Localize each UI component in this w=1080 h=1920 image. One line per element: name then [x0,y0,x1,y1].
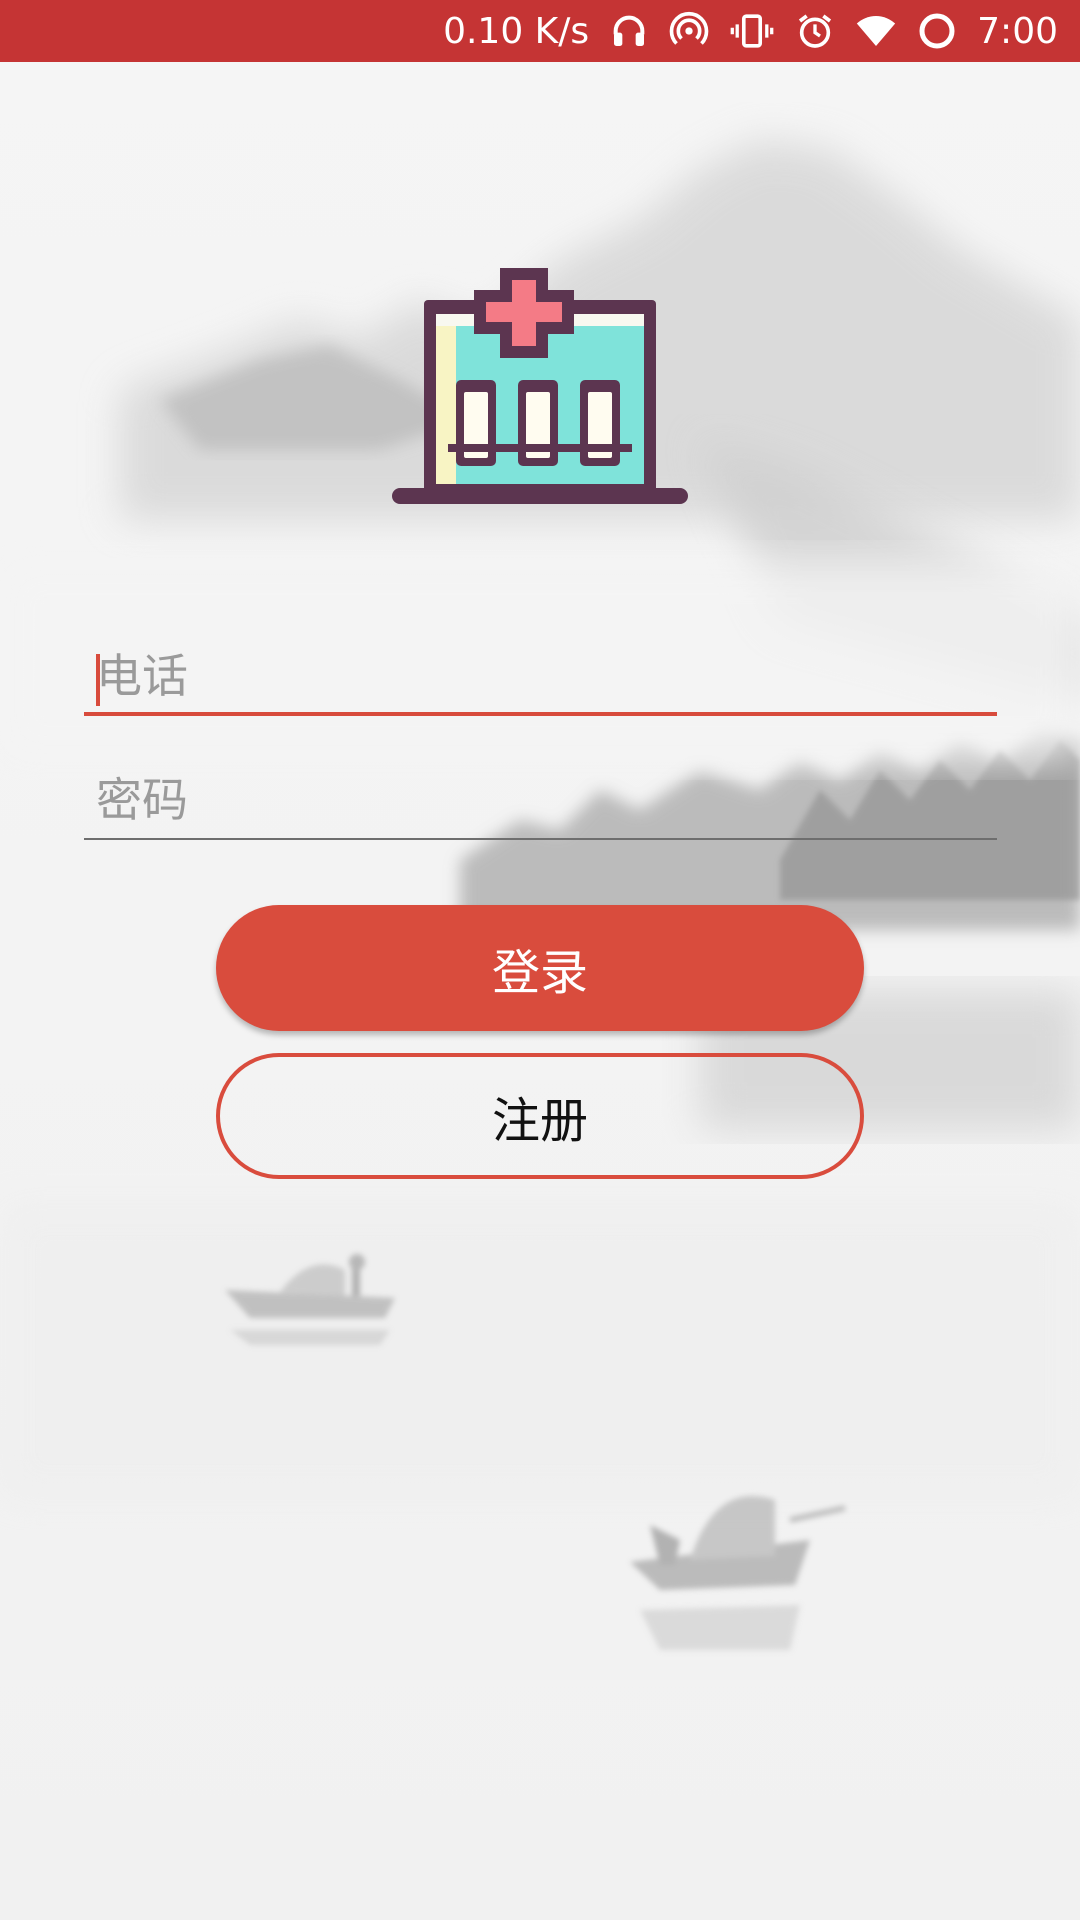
vibrate-icon [729,11,775,51]
phone-field[interactable] [84,636,997,716]
hospital-icon [392,268,688,504]
password-input[interactable] [84,760,997,840]
clock: 7:00 [977,10,1058,52]
alarm-icon [795,11,835,51]
register-button-label: 注册 [491,1093,588,1149]
login-button-label: 登录 [491,945,588,1001]
password-underline [84,838,997,840]
network-speed: 0.10 K/s [443,10,590,52]
phone-underline [84,712,997,716]
headphones-icon [609,11,649,51]
text-cursor [96,654,100,706]
password-field[interactable] [84,760,997,840]
battery-icon [917,11,957,51]
status-bar: 0.10 K/s 7:00 [0,0,1080,62]
register-button[interactable]: 注册 [216,1053,864,1179]
login-button[interactable]: 登录 [216,905,864,1031]
hotspot-icon [669,11,709,51]
wifi-icon [855,11,897,51]
phone-input[interactable] [84,636,997,716]
